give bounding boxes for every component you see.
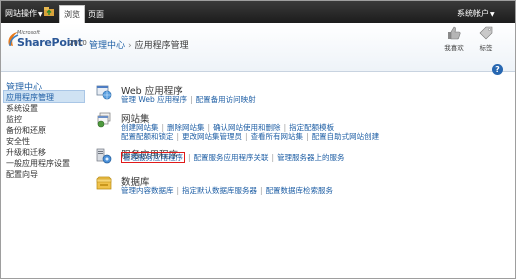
link-configure-alternate-access-mappings[interactable]: 配置备用访问映射 [196,95,256,104]
link-manage-service-applications[interactable]: 管理服务应用程序 [121,152,185,163]
quick-launch-item-upgrade-migration[interactable]: 升级和迁移 [6,147,46,158]
like-it-label: 我喜欢 [444,44,464,52]
link-manage-web-applications[interactable]: 管理 Web 应用程序 [121,95,187,104]
navigate-up-icon[interactable] [44,7,54,16]
like-it-button[interactable]: 我喜欢 [441,26,467,52]
link-configure-self-service-site-creation[interactable]: 配置自助式网站创建 [312,132,380,141]
link-manage-content-databases[interactable]: 管理内容数据库 [121,186,174,195]
title-area: Microsoft SharePoint 2010 管理中心 › 应用程序管理 我喜… [1,23,515,75]
breadcrumb-root-link[interactable]: 管理中心 [89,41,125,51]
link-specify-default-database-server[interactable]: 指定默认数据库服务器 [182,186,257,195]
web-applications-links: 管理 Web 应用程序 | 配置备用访问映射 [121,95,256,104]
page-title: 应用程序管理 [134,41,189,51]
database-icon [96,176,112,190]
site-actions-menu[interactable]: 网站操作▼ [5,8,43,19]
tags-notes-label: 标签 [479,44,493,52]
link-change-site-collection-administrators[interactable]: 更改网站集管理员 [182,132,242,141]
tab-page[interactable]: 页面 [88,9,104,20]
chevron-down-icon: ▼ [490,11,495,18]
quick-launch-item-general-settings[interactable]: 一般应用程序设置 [6,158,70,169]
link-manage-services-on-server[interactable]: 管理服务器上的服务 [277,153,345,162]
account-menu[interactable]: 系统帐户▼ [457,8,495,19]
browser-frame: 网站操作▼ 浏览 页面 系统帐户▼ Microsoft SharePoint 2… [0,0,516,279]
service-applications-links: 管理服务应用程序 | 配置服务应用程序关联 | 管理服务器上的服务 [121,152,345,163]
help-icon[interactable]: ? [492,64,503,75]
account-label: 系统帐户 [457,9,489,18]
service-applications-icon [96,148,112,164]
link-view-all-site-collections[interactable]: 查看所有网站集 [251,132,304,141]
quick-launch: 管理中心 应用程序管理 系统设置 监控 备份和还原 安全性 升级和迁移 一般应用… [1,72,86,278]
breadcrumb-separator: › [128,41,132,51]
tab-browse[interactable]: 浏览 [59,5,85,24]
link-configure-quotas-locks[interactable]: 配置配额和锁定 [121,132,174,141]
quick-launch-item-backup-restore[interactable]: 备份和还原 [6,125,46,136]
thumbs-up-icon [448,26,461,40]
site-collections-icon [97,112,111,128]
breadcrumb: 管理中心 › 应用程序管理 [89,38,189,51]
site-collections-links-row2: 配置配额和锁定 | 更改网站集管理员 | 查看所有网站集 | 配置自助式网站创建 [121,132,380,141]
link-configure-data-retrieval-service[interactable]: 配置数据库检索服务 [266,186,334,195]
quick-launch-item-configuration-wizards[interactable]: 配置向导 [6,169,38,180]
sharepoint-logo[interactable]: Microsoft SharePoint 2010 [7,28,89,56]
tags-notes-button[interactable]: 标签 [473,26,499,52]
quick-launch-item-system-settings[interactable]: 系统设置 [6,103,38,114]
ribbon-bar: 网站操作▼ 浏览 页面 系统帐户▼ [1,1,515,24]
quick-launch-item-monitoring[interactable]: 监控 [6,114,22,125]
link-configure-service-application-associations[interactable]: 配置服务应用程序关联 [194,153,269,162]
quick-launch-item-security[interactable]: 安全性 [6,136,30,147]
tag-icon [479,26,493,40]
site-actions-label: 网站操作 [5,9,37,18]
web-application-icon [96,85,112,100]
logo-year-text: 2010 [69,39,87,47]
quick-launch-item-application-management[interactable]: 应用程序管理 [6,92,54,103]
chevron-down-icon: ▼ [38,11,43,18]
databases-links: 管理内容数据库 | 指定默认数据库服务器 | 配置数据库检索服务 [121,186,334,195]
